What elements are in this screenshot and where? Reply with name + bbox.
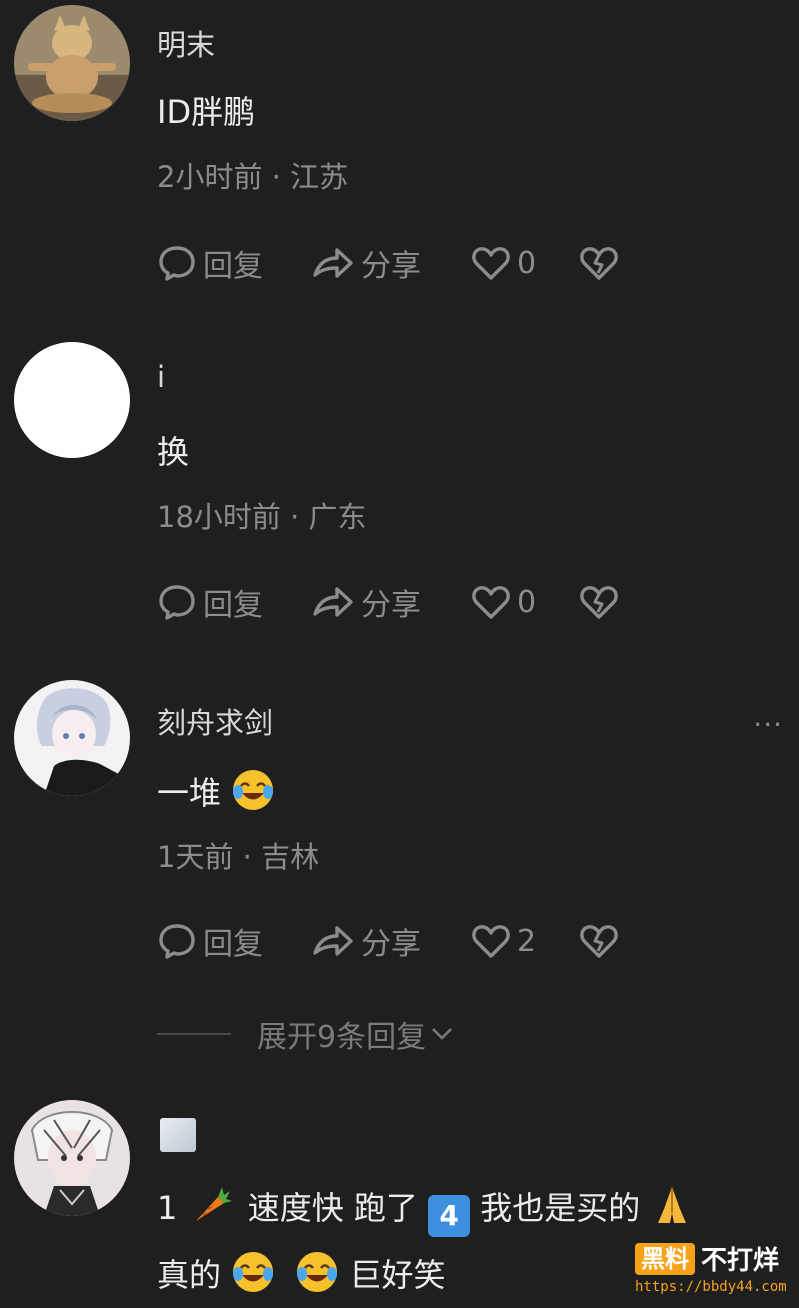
comment-text: ID胖鹏 bbox=[157, 93, 256, 131]
reply-button[interactable]: 回复 bbox=[157, 580, 263, 624]
username-image[interactable] bbox=[160, 1118, 196, 1152]
like-count: 0 bbox=[517, 245, 537, 281]
comment-text: 换 bbox=[157, 433, 190, 471]
text-part: 我也是买的 bbox=[480, 1189, 641, 1227]
username[interactable]: 刻舟求剑 bbox=[157, 700, 273, 742]
text-part: 1 bbox=[157, 1189, 178, 1227]
cry-laugh-emoji bbox=[297, 1252, 338, 1292]
broken-heart-icon bbox=[580, 925, 618, 958]
share-arrow-icon bbox=[313, 587, 353, 617]
number-badge: 4 bbox=[428, 1195, 471, 1237]
watermark-brand-box: 黑料 bbox=[635, 1242, 695, 1275]
dislike-button[interactable] bbox=[579, 241, 619, 285]
comment-bubble-icon bbox=[159, 585, 195, 620]
reply-label: 回复 bbox=[203, 927, 263, 962]
comment-bubble-icon bbox=[159, 246, 195, 281]
reply-label: 回复 bbox=[203, 588, 263, 623]
text-part: 巨好笑 bbox=[349, 1256, 446, 1294]
pray-emoji bbox=[658, 1187, 687, 1223]
comment-meta: 2小时前 · 江苏 bbox=[157, 160, 349, 194]
watermark-brand-text: 不打烊 bbox=[701, 1246, 780, 1276]
like-button[interactable]: 0 bbox=[471, 580, 536, 624]
avatar[interactable] bbox=[14, 342, 130, 458]
text-part: 速度快 跑了 bbox=[247, 1189, 418, 1227]
comment-text-line2: 真的 巨好笑 bbox=[157, 1250, 446, 1295]
comment-meta: 18小时前 · 广东 bbox=[157, 500, 367, 534]
share-button[interactable]: 分享 bbox=[311, 580, 421, 624]
broken-heart-icon bbox=[580, 247, 618, 280]
expand-replies-button[interactable]: 展开9条回复 bbox=[157, 1012, 557, 1056]
more-dots-icon[interactable]: ··· bbox=[753, 708, 783, 741]
cry-laugh-emoji bbox=[233, 1252, 274, 1292]
watermark-brand: 黑料 不打烊 bbox=[635, 1240, 791, 1277]
share-label: 分享 bbox=[361, 588, 421, 623]
comment-meta: 1天前 · 吉林 bbox=[157, 840, 320, 874]
share-button[interactable]: 分享 bbox=[311, 919, 421, 963]
avatar[interactable] bbox=[14, 680, 130, 796]
avatar[interactable] bbox=[14, 5, 130, 121]
share-arrow-icon bbox=[313, 926, 353, 956]
like-count: 2 bbox=[517, 923, 537, 959]
dislike-button[interactable] bbox=[579, 919, 619, 963]
chevron-down-icon bbox=[432, 1028, 453, 1040]
dislike-button[interactable] bbox=[579, 580, 619, 624]
comment-actions: 回复 分享 2 bbox=[157, 919, 657, 963]
cry-laugh-emoji bbox=[233, 770, 274, 810]
like-button[interactable]: 2 bbox=[471, 919, 536, 963]
share-arrow-icon bbox=[313, 248, 353, 278]
share-label: 分享 bbox=[361, 927, 421, 962]
comment-text: 一堆 bbox=[157, 768, 275, 813]
like-button[interactable]: 0 bbox=[471, 241, 536, 285]
broken-heart-icon bbox=[580, 586, 618, 619]
heart-icon bbox=[472, 586, 510, 619]
watermark-url: https://bbdy44.com bbox=[635, 1279, 787, 1295]
expand-label: 展开9条回复 bbox=[257, 1020, 427, 1055]
share-button[interactable]: 分享 bbox=[311, 241, 421, 285]
share-label: 分享 bbox=[361, 249, 421, 284]
carrot-emoji bbox=[195, 1187, 232, 1221]
comment-text-content: 一堆 bbox=[157, 774, 222, 812]
reply-button[interactable]: 回复 bbox=[157, 919, 263, 963]
username[interactable]: 明末 bbox=[157, 22, 215, 64]
like-count: 0 bbox=[517, 584, 537, 620]
avatar[interactable] bbox=[14, 1100, 130, 1216]
comment-actions: 回复 分享 0 bbox=[157, 580, 657, 624]
comment-actions: 回复 分享 0 bbox=[157, 241, 657, 285]
reply-label: 回复 bbox=[203, 249, 263, 284]
divider bbox=[157, 1033, 231, 1035]
watermark: 黑料 不打烊 https://bbdy44.com bbox=[635, 1240, 791, 1302]
text-part: 真的 bbox=[157, 1256, 222, 1294]
comment-text: 1 速度快 跑了 4 我也是买的 bbox=[157, 1183, 694, 1237]
heart-icon bbox=[472, 247, 510, 280]
comment-bubble-icon bbox=[159, 924, 195, 959]
heart-icon bbox=[472, 925, 510, 958]
reply-button[interactable]: 回复 bbox=[157, 241, 263, 285]
username[interactable]: i bbox=[157, 360, 165, 394]
